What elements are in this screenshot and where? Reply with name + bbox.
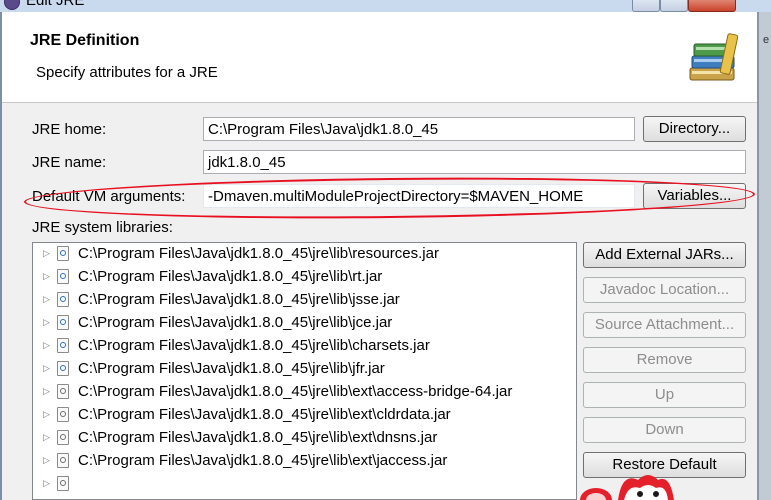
list-item[interactable]: ▷ C:\Program Files\Java\jdk1.8.0_45\jre\… — [33, 335, 558, 358]
jar-icon — [57, 338, 69, 353]
list-item[interactable]: ▷ C:\Program Files\Java\jdk1.8.0_45\jre\… — [33, 289, 558, 312]
list-item[interactable]: ▷ C:\Program Files\Java\jdk1.8.0_45\jre\… — [33, 381, 558, 404]
jre-name-field[interactable]: jdk1.8.0_45 — [203, 150, 746, 174]
library-path: C:\Program Files\Java\jdk1.8.0_45\jre\li… — [78, 314, 393, 331]
tree-expand-arrow-icon[interactable]: ▷ — [43, 478, 50, 489]
close-button[interactable] — [688, 0, 736, 12]
list-item[interactable]: ▷ C:\Program Files\Java\jdk1.8.0_45\jre\… — [33, 358, 558, 381]
library-path: C:\Program Files\Java\jdk1.8.0_45\jre\li… — [78, 383, 513, 400]
jar-icon — [57, 292, 69, 307]
tree-expand-arrow-icon[interactable]: ▷ — [43, 294, 50, 305]
mascot-sticker-icon — [580, 475, 674, 500]
window-title: Edit JRE — [26, 0, 85, 9]
tree-expand-arrow-icon[interactable]: ▷ — [43, 409, 50, 420]
variables-button[interactable]: Variables... — [643, 183, 746, 209]
jar-icon — [57, 476, 69, 491]
library-path: C:\Program Files\Java\jdk1.8.0_45\jre\li… — [78, 337, 430, 354]
library-path: C:\Program Files\Java\jdk1.8.0_45\jre\li… — [78, 429, 438, 446]
minimize-button[interactable] — [632, 0, 660, 12]
jar-icon — [57, 407, 69, 422]
vm-arguments-field[interactable]: -Dmaven.multiModuleProjectDirectory=$MAV… — [203, 184, 635, 208]
window-right-border — [757, 12, 759, 500]
jre-home-label: JRE home: — [32, 121, 107, 138]
jre-name-label: JRE name: — [32, 154, 107, 171]
library-path: C:\Program Files\Java\jdk1.8.0_45\jre\li… — [78, 268, 383, 285]
header-subtitle: Specify attributes for a JRE — [36, 64, 218, 81]
vm-arguments-label: Default VM arguments: — [32, 188, 186, 205]
jar-icon — [57, 361, 69, 376]
list-item[interactable]: ▷ C:\Program Files\Java\jdk1.8.0_45\jre\… — [33, 404, 558, 427]
window-titlebar: Edit JRE — [0, 0, 771, 12]
background-text: e — [763, 34, 770, 46]
library-path: C:\Program Files\Java\jdk1.8.0_45\jre\li… — [78, 406, 451, 423]
tree-expand-arrow-icon[interactable]: ▷ — [43, 455, 50, 466]
list-item[interactable]: ▷ C:\Program Files\Java\jdk1.8.0_45\jre\… — [33, 312, 558, 335]
list-item[interactable]: ▷ C:\Program Files\Java\jdk1.8.0_45\jre\… — [33, 243, 558, 266]
tree-expand-arrow-icon[interactable]: ▷ — [43, 317, 50, 328]
javadoc-location-button[interactable]: Javadoc Location... — [583, 277, 746, 303]
header-title: JRE Definition — [30, 32, 140, 49]
tree-expand-arrow-icon[interactable]: ▷ — [43, 271, 50, 282]
tree-expand-arrow-icon[interactable]: ▷ — [43, 363, 50, 374]
jar-icon — [57, 246, 69, 261]
list-item[interactable]: ▷ C:\Program Files\Java\jdk1.8.0_45\jre\… — [33, 266, 558, 289]
eclipse-icon — [4, 0, 20, 10]
library-path: C:\Program Files\Java\jdk1.8.0_45\jre\li… — [78, 360, 385, 377]
libraries-label: JRE system libraries: — [32, 219, 173, 236]
jre-home-field[interactable]: C:\Program Files\Java\jdk1.8.0_45 — [203, 117, 635, 141]
directory-button[interactable]: Directory... — [643, 116, 746, 142]
remove-button[interactable]: Remove — [583, 347, 746, 373]
maximize-button[interactable] — [660, 0, 688, 12]
source-attachment-button[interactable]: Source Attachment... — [583, 312, 746, 338]
jar-icon — [57, 453, 69, 468]
jar-icon — [57, 430, 69, 445]
jar-icon — [57, 269, 69, 284]
list-item[interactable]: ▷ C:\Program Files\Java\jdk1.8.0_45\jre\… — [33, 427, 558, 450]
add-external-jars-button[interactable]: Add External JARs... — [583, 242, 746, 268]
background-window-strip: e — [757, 12, 771, 500]
tree-expand-arrow-icon[interactable]: ▷ — [43, 248, 50, 259]
library-path: C:\Program Files\Java\jdk1.8.0_45\jre\li… — [78, 245, 439, 262]
list-item-partial[interactable]: ▷ — [33, 473, 558, 496]
up-button[interactable]: Up — [583, 382, 746, 408]
list-item[interactable]: ▷ C:\Program Files\Java\jdk1.8.0_45\jre\… — [33, 450, 558, 473]
jar-icon — [57, 384, 69, 399]
library-path: C:\Program Files\Java\jdk1.8.0_45\jre\li… — [78, 291, 400, 308]
libraries-list[interactable]: ▷ C:\Program Files\Java\jdk1.8.0_45\jre\… — [32, 242, 577, 500]
library-path: C:\Program Files\Java\jdk1.8.0_45\jre\li… — [78, 452, 448, 469]
books-icon — [689, 33, 739, 81]
tree-expand-arrow-icon[interactable]: ▷ — [43, 386, 50, 397]
jar-icon — [57, 315, 69, 330]
dialog-header: JRE Definition Specify attributes for a … — [2, 12, 757, 103]
down-button[interactable]: Down — [583, 417, 746, 443]
tree-expand-arrow-icon[interactable]: ▷ — [43, 340, 50, 351]
tree-expand-arrow-icon[interactable]: ▷ — [43, 432, 50, 443]
